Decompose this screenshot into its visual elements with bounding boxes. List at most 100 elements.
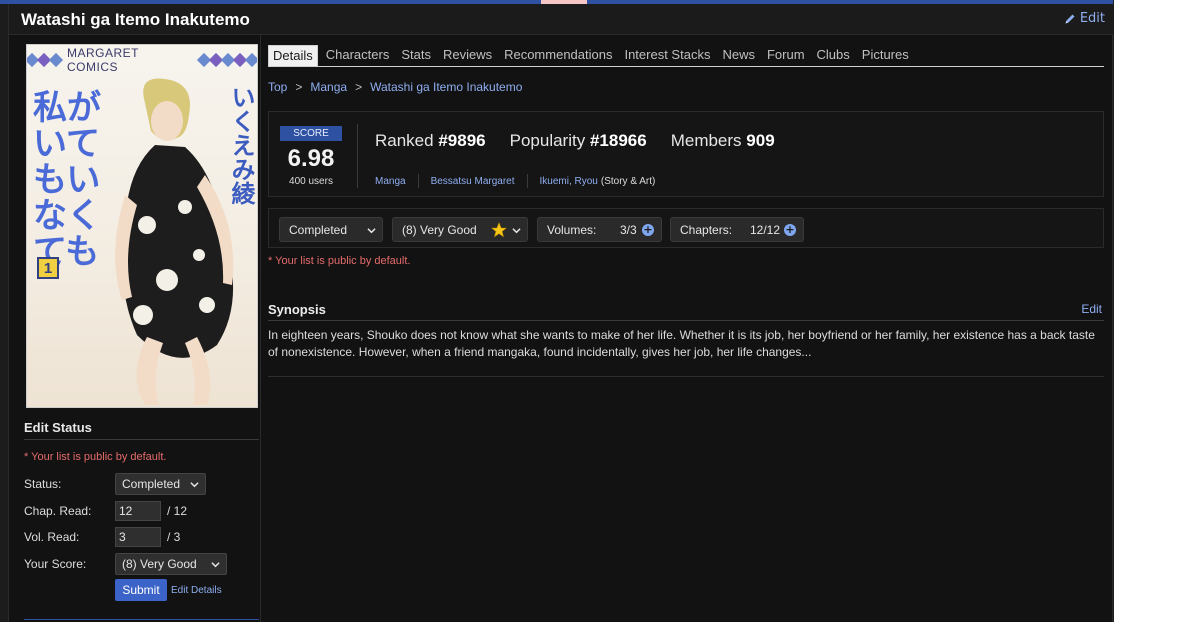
volumes-row: Vol. Read: / 3 — [24, 526, 259, 548]
cover-brand: MARGARET COMICS — [67, 46, 139, 74]
volumes-plus-icon[interactable]: + — [642, 224, 654, 236]
edit-title-button[interactable]: Edit — [1064, 11, 1105, 26]
popularity-stat: Popularity #18966 — [510, 131, 647, 151]
your-score-label: Your Score: — [24, 557, 87, 571]
list-score-select[interactable]: (8) Very Good — [392, 217, 528, 242]
members-stat: Members 909 — [671, 131, 775, 151]
list-score-value: (8) Very Good — [402, 222, 477, 237]
pencil-icon — [1065, 14, 1075, 23]
breadcrumb-separator: > — [355, 80, 363, 94]
score-users: 400 users — [289, 176, 333, 187]
chapters-plus-icon[interactable]: + — [784, 224, 796, 236]
left-column: MARGARET COMICS 私がいてもいなくても いくえみ綾 1 Edit … — [9, 35, 261, 622]
vol-read-input[interactable] — [115, 527, 161, 547]
author-link[interactable]: Ikuemi, Ryou — [540, 176, 598, 187]
score-value: 6.98 — [287, 145, 335, 172]
edit-details-link[interactable]: Edit Details — [171, 585, 222, 596]
left-public-note: * Your list is public by default. — [24, 451, 167, 463]
outside-area — [1114, 0, 1200, 622]
diamond-pattern-right — [196, 52, 257, 68]
edit-title-label: Edit — [1079, 11, 1105, 26]
tab-forum[interactable]: Forum — [761, 47, 811, 66]
star-icon — [491, 222, 507, 238]
chapters-value: 12/12 — [750, 223, 781, 237]
chapters-label: Chapters: — [680, 223, 733, 237]
ranked-value: #9896 — [438, 131, 486, 150]
page-title: Watashi ga Itemo Inakutemo — [21, 10, 250, 29]
tab-details[interactable]: Details — [268, 45, 318, 66]
tab-reviews[interactable]: Reviews — [437, 47, 498, 66]
tab-clubs[interactable]: Clubs — [811, 47, 856, 66]
synopsis-title: Synopsis — [268, 302, 326, 317]
rank-stats: Ranked #9896 Popularity #18966 Members 9… — [375, 131, 775, 151]
list-status-panel: Completed (8) Very Good Volumes: 3/3 + C… — [268, 208, 1104, 248]
edit-status-heading: Edit Status — [24, 420, 259, 440]
popularity-value: #18966 — [589, 131, 647, 150]
your-score-select[interactable]: (8) Very Good — [115, 553, 227, 575]
breadcrumb: Top > Manga > Watashi ga Itemo Inakutemo — [268, 80, 522, 94]
ranked-label: Ranked — [375, 131, 434, 150]
list-status-value: Completed — [289, 222, 348, 237]
tab-characters[interactable]: Characters — [320, 47, 396, 66]
type-link[interactable]: Manga — [375, 176, 406, 187]
main-content: Details Characters Stats Reviews Recomme… — [268, 35, 1104, 622]
chapters-counter: Chapters: 12/12 + — [670, 217, 804, 242]
chevron-down-icon — [512, 228, 521, 234]
breadcrumb-manga[interactable]: Manga — [310, 80, 347, 94]
breadcrumb-top[interactable]: Top — [268, 80, 287, 94]
page-header: Watashi ga Itemo Inakutemo Edit — [9, 4, 1113, 35]
tab-news[interactable]: News — [716, 47, 761, 66]
cover-jp-title: 私がいてもいなくても — [33, 88, 101, 272]
ranked-stat: Ranked #9896 — [375, 131, 486, 151]
score-divider — [357, 124, 358, 188]
author-role: (Story & Art) — [600, 175, 656, 187]
main-public-note: * Your list is public by default. — [268, 255, 411, 267]
synopsis-text: In eighteen years, Shouko does not know … — [268, 328, 1095, 359]
volumes-label: Volumes: — [547, 223, 597, 237]
tab-stats[interactable]: Stats — [395, 47, 437, 66]
cover-image[interactable]: MARGARET COMICS 私がいてもいなくても いくえみ綾 1 — [26, 44, 258, 408]
meta-divider — [526, 174, 528, 188]
synopsis-header: Synopsis Edit — [268, 301, 1104, 321]
status-label: Status: — [24, 477, 62, 491]
chap-read-input[interactable] — [115, 501, 161, 521]
cover-jp-author: いくえみ綾 — [227, 85, 256, 205]
status-select-value: Completed — [122, 477, 181, 491]
volumes-counter: Volumes: 3/3 + — [537, 217, 662, 242]
members-value: 909 — [746, 131, 775, 150]
vol-total: / 3 — [167, 530, 181, 544]
score-label: SCORE — [280, 126, 342, 141]
status-select[interactable]: Completed — [115, 473, 206, 495]
meta-divider — [417, 174, 419, 188]
chevron-down-icon — [211, 562, 220, 568]
your-score-row: Your Score: (8) Very Good — [24, 553, 259, 575]
volumes-value: 3/3 — [620, 223, 637, 237]
vol-read-label: Vol. Read: — [24, 530, 80, 544]
popularity-label: Popularity — [509, 131, 586, 150]
tab-interest-stacks[interactable]: Interest Stacks — [618, 47, 716, 66]
tab-recommendations[interactable]: Recommendations — [498, 47, 618, 66]
breadcrumb-title[interactable]: Watashi ga Itemo Inakutemo — [370, 80, 522, 94]
cover-volume-number: 1 — [37, 257, 59, 279]
magazine-link[interactable]: Bessatsu Margaret — [431, 176, 515, 187]
members-label: Members — [670, 131, 742, 150]
list-status-select[interactable]: Completed — [279, 217, 383, 242]
diamond-pattern-left — [27, 52, 64, 68]
status-row: Status: Completed — [24, 473, 259, 495]
meta-info: Manga Bessatsu Margaret Ikuemi, Ryou (St… — [375, 174, 655, 188]
chevron-down-icon — [367, 228, 376, 234]
chap-read-label: Chap. Read: — [24, 504, 92, 518]
left-bottom-divider — [24, 619, 259, 620]
breadcrumb-separator: > — [295, 80, 303, 94]
chevron-down-icon — [190, 482, 199, 488]
tab-pictures[interactable]: Pictures — [856, 47, 915, 66]
chap-total: / 12 — [167, 504, 188, 518]
chapters-row: Chap. Read: / 12 — [24, 500, 259, 522]
submit-button[interactable]: Submit — [115, 579, 167, 601]
your-score-value: (8) Very Good — [122, 557, 197, 571]
cover-brand-band: MARGARET COMICS — [27, 46, 257, 74]
synopsis-edit-link[interactable]: Edit — [1081, 302, 1102, 316]
tab-bar: Details Characters Stats Reviews Recomme… — [268, 44, 1104, 67]
synopsis-divider — [268, 376, 1104, 377]
score-panel: SCORE 6.98 400 users Ranked #9896 Popula… — [268, 111, 1104, 197]
